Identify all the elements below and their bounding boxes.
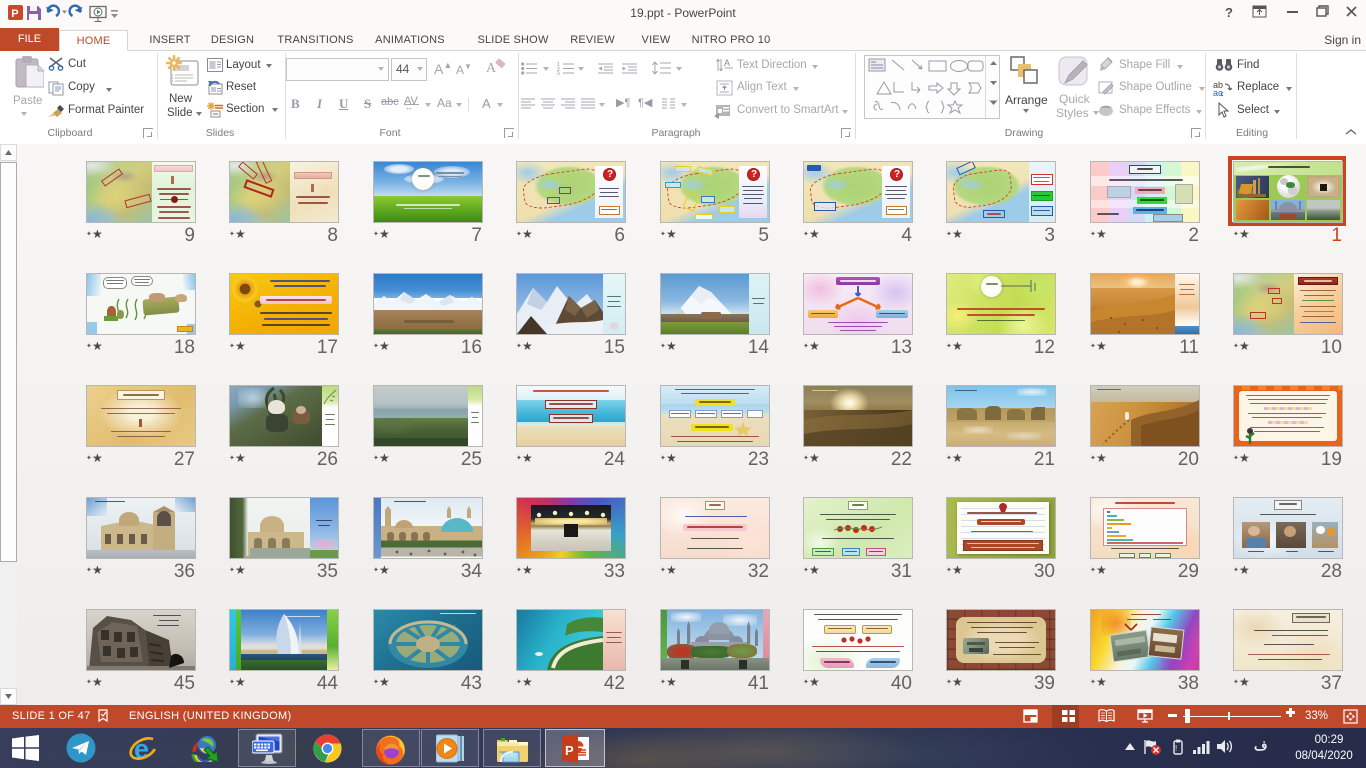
svg-text:A: A [724, 58, 730, 68]
svg-text:P: P [565, 743, 574, 758]
svg-text:!: ! [1175, 744, 1177, 753]
svg-text:?: ? [1225, 5, 1233, 20]
svg-text:3: 3 [557, 72, 560, 76]
svg-text:P: P [11, 8, 18, 20]
svg-text:ac: ac [1213, 88, 1223, 97]
svg-text:A: A [486, 61, 497, 76]
